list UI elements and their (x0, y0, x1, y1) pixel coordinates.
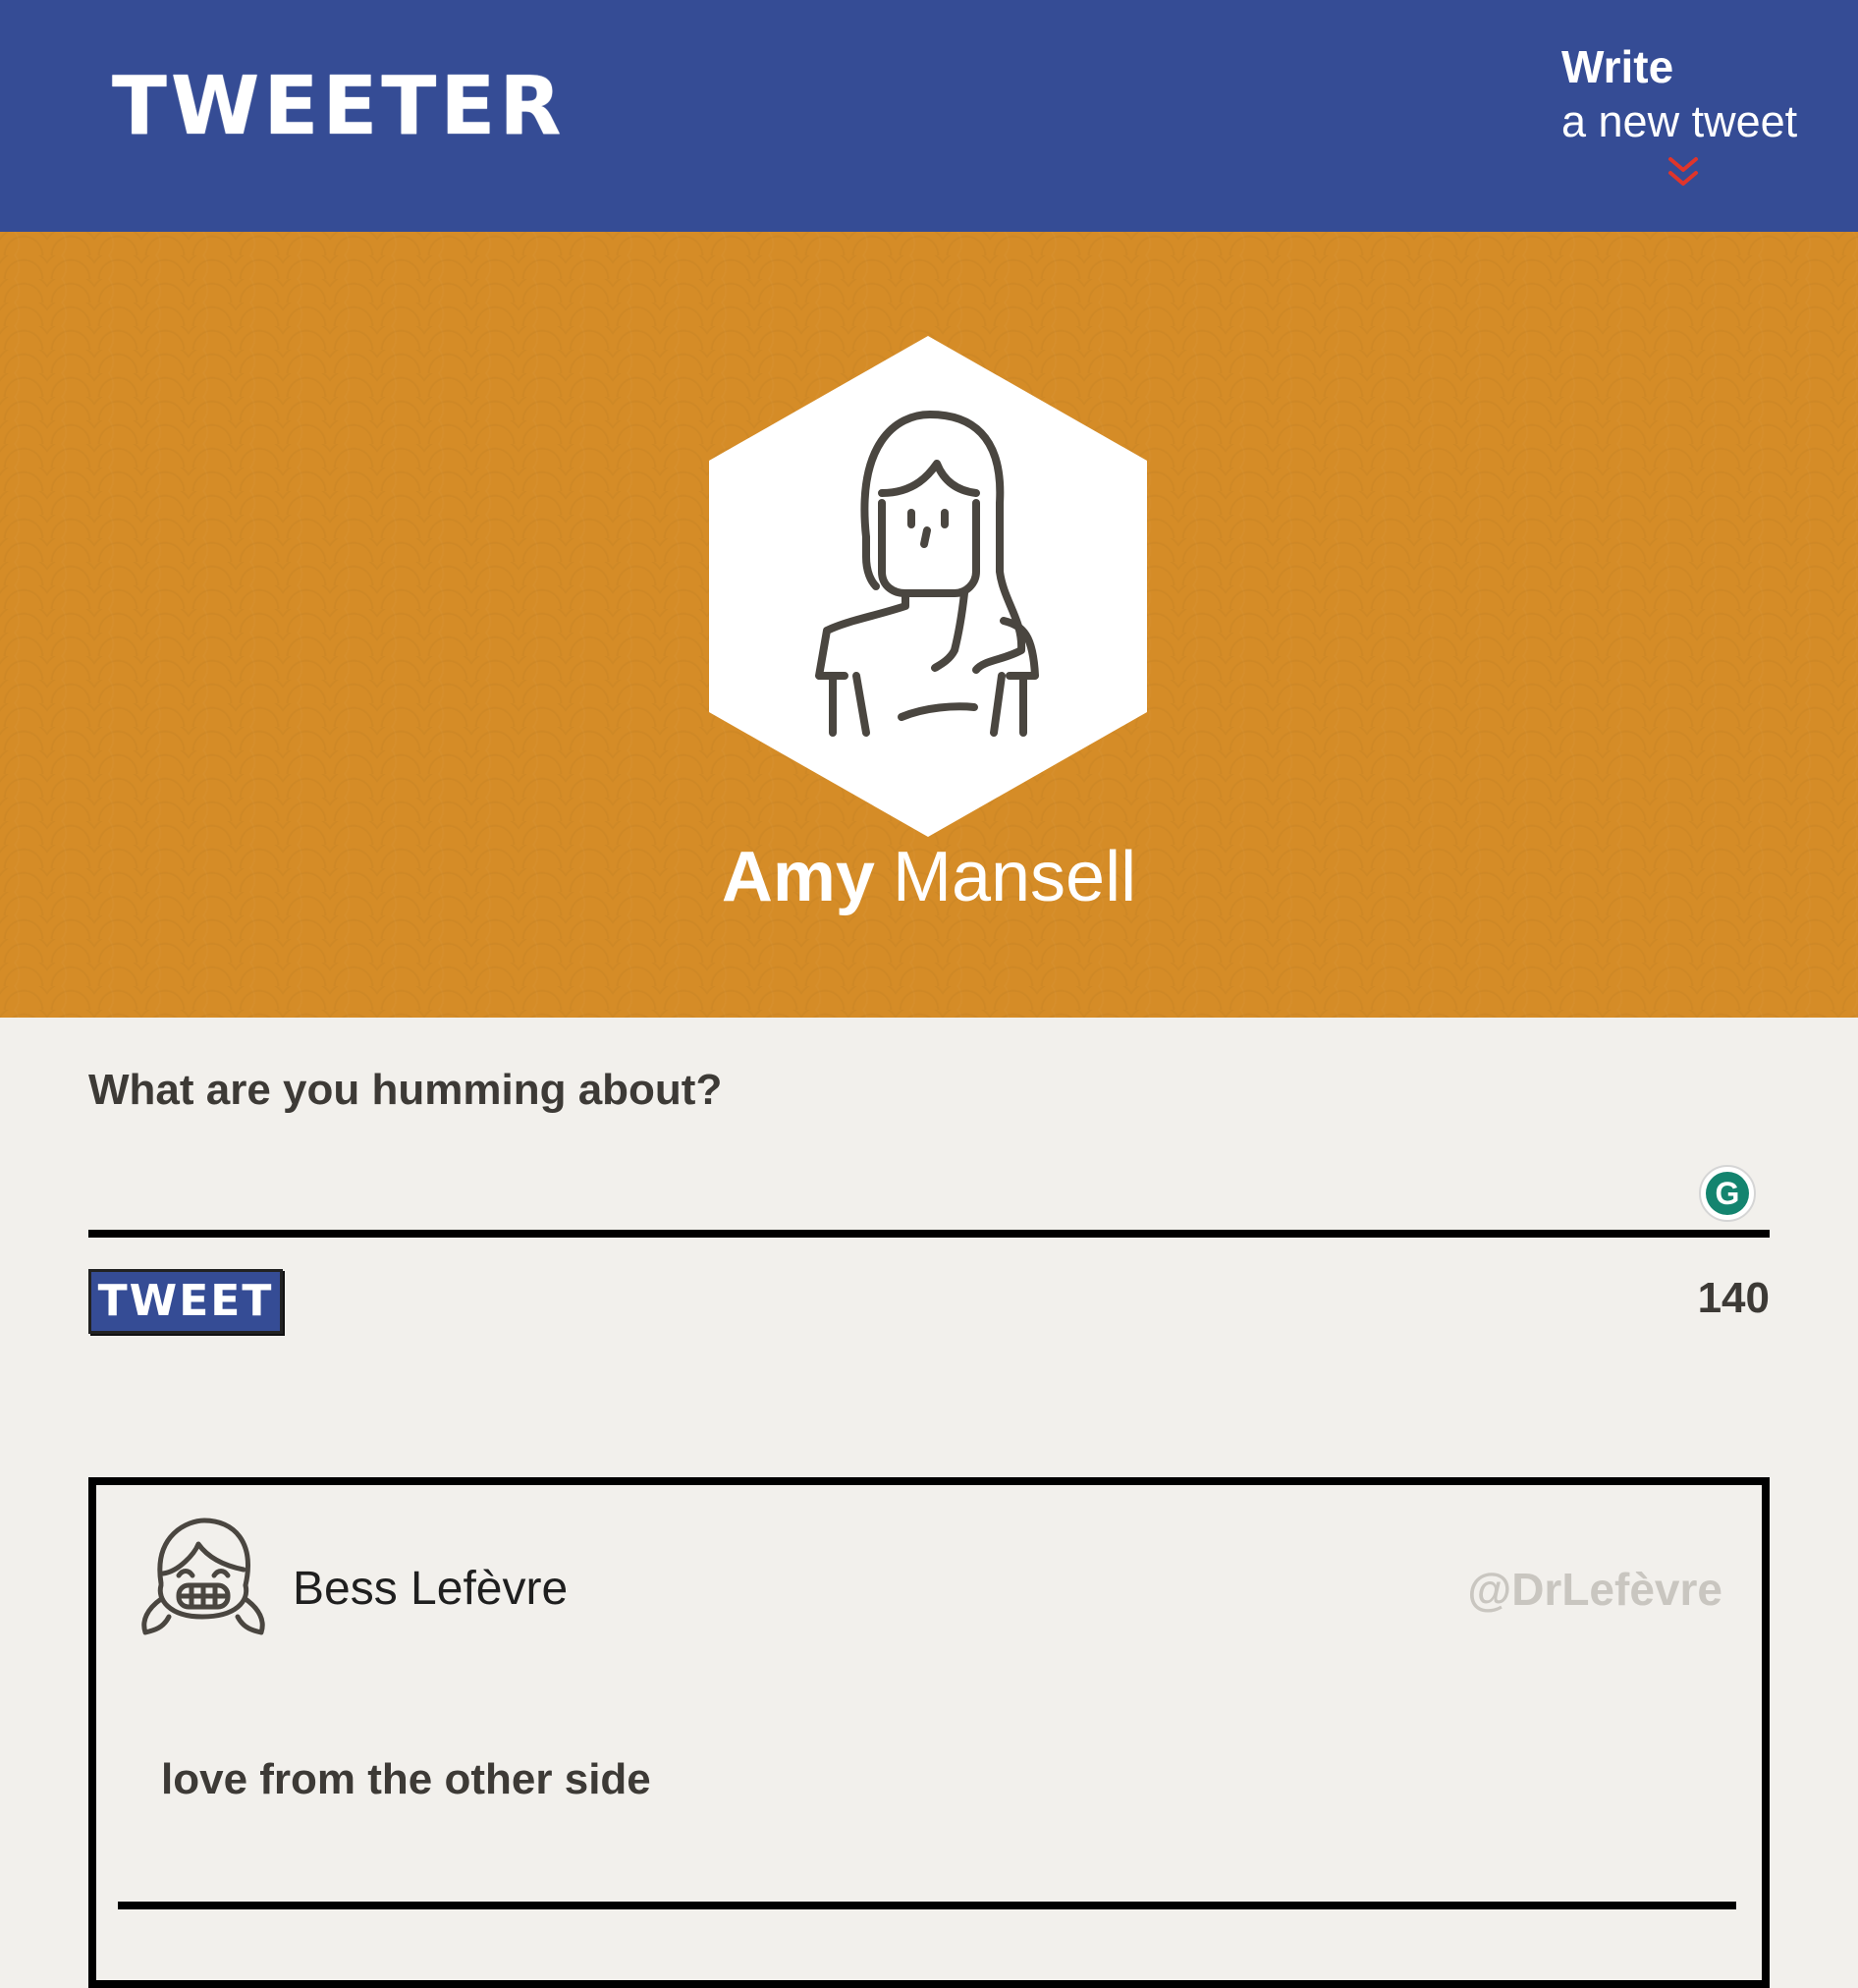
write-new-tweet-link[interactable]: Write a new tweet (1561, 39, 1798, 186)
grammarly-icon[interactable]: G (1699, 1165, 1756, 1222)
tweet-card-divider (118, 1902, 1736, 1909)
profile-first-name: Amy (721, 838, 875, 916)
woman-avatar-icon (709, 336, 1147, 837)
top-nav-bar: TWEETER Write a new tweet (0, 0, 1858, 232)
double-chevron-down-icon (1668, 157, 1698, 186)
write-subtitle: a new tweet (1561, 96, 1798, 146)
tweet-author-name: Bess Lefèvre (293, 1563, 569, 1615)
profile-banner: Amy Mansell (0, 232, 1858, 1018)
compose-label: What are you humming about? (88, 1066, 723, 1114)
tweet-submit-button[interactable]: TWEET (88, 1269, 283, 1334)
tweet-author-handle[interactable]: @DrLefèvre (1467, 1560, 1722, 1619)
tweet-card: Bess Lefèvre @DrLefèvre love from the ot… (88, 1477, 1770, 1988)
character-counter: 140 (1697, 1274, 1770, 1322)
tweet-text: love from the other side (161, 1755, 651, 1803)
grammarly-letter: G (1706, 1172, 1749, 1215)
smiling-girl-avatar-icon (141, 1518, 265, 1635)
compose-input[interactable] (88, 1139, 1770, 1238)
app-logo: TWEETER (112, 60, 566, 153)
profile-name: Amy Mansell (0, 833, 1858, 921)
write-title: Write (1561, 41, 1674, 92)
profile-last-name: Mansell (892, 838, 1137, 916)
